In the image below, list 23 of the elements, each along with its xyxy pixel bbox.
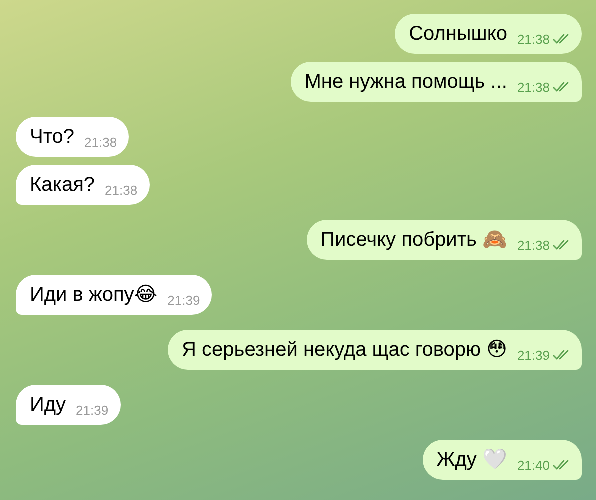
message-time: 21:38	[84, 135, 118, 150]
double-check-icon	[553, 460, 570, 471]
message-text: Что?	[30, 125, 75, 150]
message-time: 21:38	[105, 183, 138, 198]
message-text: Я серьезней некуда щас говорю 😳	[182, 338, 508, 363]
double-check-icon	[553, 240, 570, 251]
message-text: Писечку побрить 🙈	[320, 228, 508, 253]
message-time: 21:39	[76, 403, 109, 418]
message-time: 21:39	[517, 348, 550, 363]
message-text: Мне нужна помощь ...	[304, 70, 508, 95]
message-time: 21:38	[517, 32, 550, 47]
message-time: 21:38	[517, 238, 550, 253]
message-time: 21:40	[517, 458, 550, 473]
double-check-icon	[553, 82, 570, 93]
message-time: 21:39	[168, 293, 200, 308]
message-time: 21:38	[517, 80, 550, 95]
double-check-icon	[553, 350, 570, 361]
message-text: Солнышко	[409, 22, 508, 47]
message-text: Жду 🤍	[436, 448, 508, 473]
message-text: Иду	[30, 393, 66, 418]
message-text: Иди в жопу😂	[30, 283, 158, 308]
message-text: Какая?	[30, 173, 96, 198]
double-check-icon	[553, 34, 570, 45]
